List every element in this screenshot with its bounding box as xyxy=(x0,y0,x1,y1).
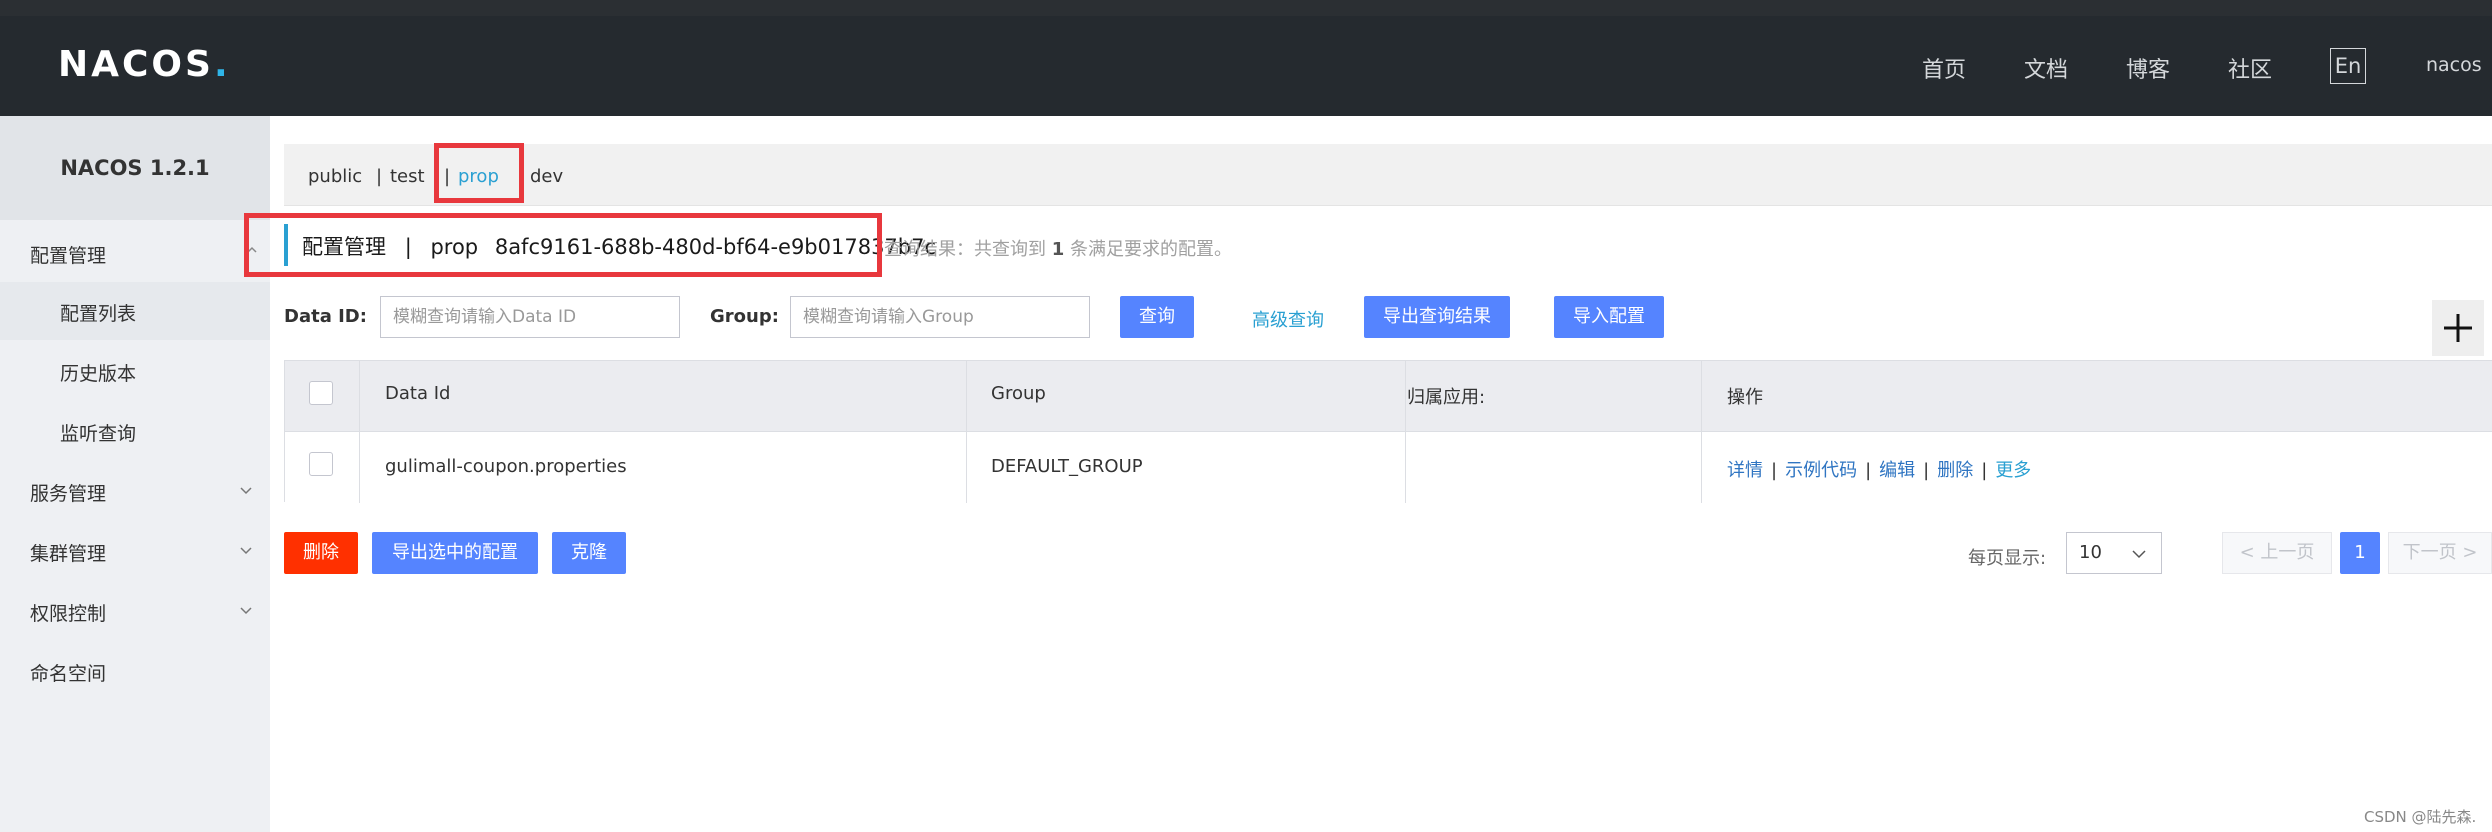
cell-data-id: gulimall-coupon.properties xyxy=(385,456,627,477)
logo-text: NACOS xyxy=(58,44,214,85)
config-table: Data Id Group 归属应用: 操作 gulimall-coupon.p… xyxy=(284,360,2492,503)
action-separator: | xyxy=(1981,460,1988,481)
chevron-down-icon xyxy=(240,547,252,555)
table-header: Data Id Group 归属应用: 操作 xyxy=(285,361,2492,431)
sidebar-item-listener-query[interactable]: 监听查询 xyxy=(0,402,270,460)
nav-docs[interactable]: 文档 xyxy=(2024,52,2068,84)
delete-link[interactable]: 删除 xyxy=(1937,460,1973,481)
clone-button[interactable]: 克隆 xyxy=(552,532,626,574)
chevron-right-icon: > xyxy=(2462,542,2478,563)
data-id-input[interactable]: 模糊查询请输入Data ID xyxy=(380,296,680,338)
column-header-actions: 操作 xyxy=(1727,387,1763,408)
column-header-data-id: Data Id xyxy=(385,383,451,404)
sidebar-item-access-control[interactable]: 权限控制 xyxy=(0,582,270,640)
more-link[interactable]: 更多 xyxy=(1995,460,2031,481)
sidebar-item-history[interactable]: 历史版本 xyxy=(0,342,270,400)
group-input[interactable]: 模糊查询请输入Group xyxy=(790,296,1090,338)
action-separator: | xyxy=(1771,460,1778,481)
plus-icon xyxy=(2444,314,2472,342)
select-all-checkbox[interactable] xyxy=(309,381,333,405)
action-separator: | xyxy=(1865,460,1872,481)
table-row: gulimall-coupon.properties DEFAULT_GROUP… xyxy=(285,431,2492,503)
sidebar-item-cluster-management[interactable]: 集群管理 xyxy=(0,522,270,580)
window-top-strip xyxy=(0,0,2492,16)
chevron-down-icon xyxy=(240,607,252,615)
sidebar-item-config-list[interactable]: 配置列表 xyxy=(0,282,270,340)
page-size-select[interactable]: 10 xyxy=(2066,532,2162,574)
sidebar-item-service-management[interactable]: 服务管理 xyxy=(0,462,270,520)
query-result-suffix: 条满足要求的配置。 xyxy=(1070,239,1232,260)
highlight-box-breadcrumb xyxy=(244,213,882,277)
column-divider xyxy=(1701,361,1702,503)
sidebar-item-label: 配置管理 xyxy=(30,245,107,267)
namespace-separator: | xyxy=(376,166,383,187)
sidebar-item-label: 监听查询 xyxy=(60,423,137,445)
watermark: CSDN @陆先森. xyxy=(2364,808,2477,826)
language-toggle-button[interactable]: En xyxy=(2330,48,2366,84)
sidebar-item-label: 配置列表 xyxy=(60,303,137,325)
query-result-count: 1 xyxy=(1051,239,1065,260)
nav-community[interactable]: 社区 xyxy=(2228,52,2272,84)
delete-button[interactable]: 删除 xyxy=(284,532,358,574)
sidebar-item-label: 命名空间 xyxy=(30,663,107,685)
chevron-down-icon xyxy=(2132,550,2146,559)
sidebar-item-label: 集群管理 xyxy=(30,543,107,565)
export-query-result-button[interactable]: 导出查询结果 xyxy=(1364,296,1510,338)
highlight-box-namespace xyxy=(434,143,524,203)
prev-page-button[interactable]: < 上一页 xyxy=(2222,532,2332,574)
cell-group: DEFAULT_GROUP xyxy=(991,456,1143,477)
column-divider xyxy=(966,361,967,503)
sidebar-title: NACOS 1.2.1 xyxy=(0,116,270,220)
add-config-button[interactable] xyxy=(2432,300,2484,356)
chevron-left-icon: < xyxy=(2239,542,2255,563)
page-size-label: 每页显示: xyxy=(1968,548,2047,569)
group-label: Group: xyxy=(710,306,779,327)
nav-blog[interactable]: 博客 xyxy=(2126,52,2170,84)
namespace-public[interactable]: public xyxy=(308,166,362,187)
sidebar-item-label: 服务管理 xyxy=(30,483,107,505)
prev-page-label: 上一页 xyxy=(2260,542,2315,563)
query-button[interactable]: 查询 xyxy=(1120,296,1194,338)
action-separator: | xyxy=(1923,460,1930,481)
next-page-label: 下一页 xyxy=(2402,542,2457,563)
column-header-app: 归属应用: xyxy=(1407,387,1486,408)
current-page-button[interactable]: 1 xyxy=(2340,532,2380,574)
sidebar: NACOS 1.2.1 配置管理 配置列表 历史版本 监听查询 服务管理 集群管… xyxy=(0,116,270,832)
page-size-value: 10 xyxy=(2079,542,2102,563)
sidebar-item-namespace[interactable]: 命名空间 xyxy=(0,642,270,700)
edit-link[interactable]: 编辑 xyxy=(1879,460,1915,481)
next-page-button[interactable]: 下一页 > xyxy=(2388,532,2492,574)
row-actions: 详情 | 示例代码 | 编辑 | 删除 | 更多 xyxy=(1727,456,2031,482)
nav-home[interactable]: 首页 xyxy=(1922,52,1966,84)
user-name[interactable]: nacos xyxy=(2426,54,2482,76)
namespace-test[interactable]: test xyxy=(390,166,425,187)
logo-dot: . xyxy=(213,44,231,85)
sample-code-link[interactable]: 示例代码 xyxy=(1785,460,1857,481)
namespace-dev[interactable]: dev xyxy=(530,166,563,187)
query-result-prefix: 查询结果：共查询到 xyxy=(884,239,1046,260)
detail-link[interactable]: 详情 xyxy=(1727,460,1763,481)
column-divider xyxy=(359,361,360,503)
nacos-logo[interactable]: NACOS. xyxy=(58,44,231,85)
query-result-text: 查询结果：共查询到 1 条满足要求的配置。 xyxy=(884,235,1232,261)
sidebar-item-label: 历史版本 xyxy=(60,363,137,385)
column-divider xyxy=(1405,361,1406,503)
advanced-query-link[interactable]: 高级查询 xyxy=(1252,306,1324,332)
row-checkbox[interactable] xyxy=(309,452,333,476)
top-header: NACOS. 首页 文档 博客 社区 En nacos xyxy=(0,16,2492,116)
sidebar-item-config-management[interactable]: 配置管理 xyxy=(0,224,270,282)
data-id-label: Data ID: xyxy=(284,306,367,327)
export-selected-button[interactable]: 导出选中的配置 xyxy=(372,532,538,574)
sidebar-item-label: 权限控制 xyxy=(30,603,107,625)
chevron-down-icon xyxy=(240,487,252,495)
column-header-group: Group xyxy=(991,383,1046,404)
namespace-bar: public | test | prop dev xyxy=(284,144,2492,206)
import-config-button[interactable]: 导入配置 xyxy=(1554,296,1664,338)
